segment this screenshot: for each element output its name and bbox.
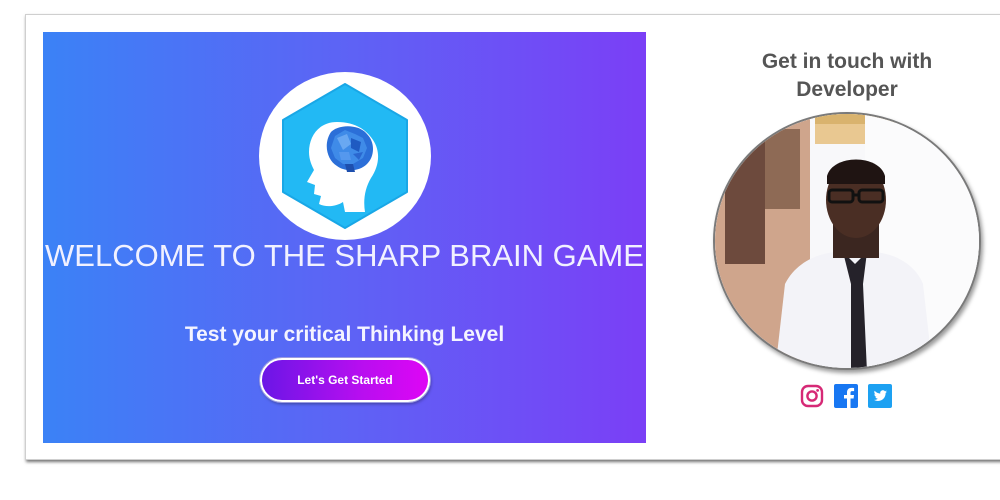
developer-photo <box>715 114 979 368</box>
instagram-icon[interactable] <box>800 384 824 408</box>
facebook-icon[interactable] <box>834 384 858 408</box>
welcome-subtitle: Test your critical Thinking Level <box>184 323 505 346</box>
brain-game-logo <box>259 72 431 240</box>
brain-head-hexagon-icon <box>282 83 408 229</box>
social-links <box>800 384 892 410</box>
get-started-button[interactable]: Let's Get Started <box>260 358 430 402</box>
welcome-title: WELCOME TO THE SHARP BRAIN GAME <box>45 238 644 273</box>
twitter-icon[interactable] <box>868 384 892 408</box>
contact-title: Get in touch with Developer <box>761 50 933 101</box>
developer-avatar <box>713 112 981 370</box>
